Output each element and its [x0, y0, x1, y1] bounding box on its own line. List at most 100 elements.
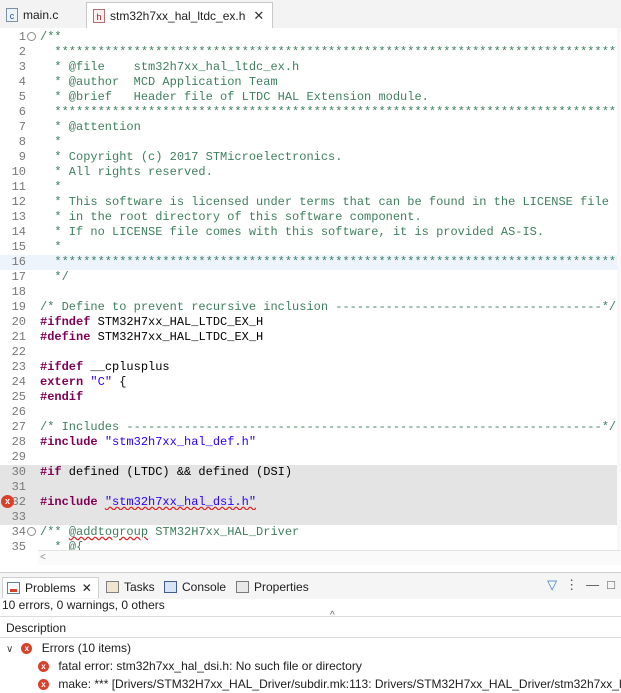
- code-line[interactable]: 12 * This software is licensed under ter…: [0, 195, 621, 210]
- group-label: Errors (10 items): [41, 641, 132, 655]
- error-marker-icon[interactable]: x: [1, 495, 14, 508]
- code-token: "C": [90, 375, 113, 389]
- error-message: fatal error: stm32h7xx_hal_dsi.h: No suc…: [58, 659, 362, 673]
- code-line[interactable]: 20 #ifndef STM32H7xx_HAL_LTDC_EX_H: [0, 315, 621, 330]
- code-text: * All rights reserved.: [40, 165, 212, 180]
- code-token: /* Includes ----------------------------…: [40, 420, 617, 434]
- code-line[interactable]: 5 * @brief Header file of LTDC HAL Exten…: [0, 90, 621, 105]
- line-number: 8: [18, 135, 26, 149]
- code-line[interactable]: 27 /* Includes --------------------------…: [0, 420, 621, 435]
- errors-group-row[interactable]: ∨ x Errors (10 items): [0, 639, 621, 657]
- code-line[interactable]: 30 #if defined (LTDC) && defined (DSI): [0, 465, 621, 480]
- code-line[interactable]: 6 **************************************…: [0, 105, 621, 120]
- code-line[interactable]: 2 **************************************…: [0, 45, 621, 60]
- line-number: 1: [18, 30, 26, 44]
- code-text: * This software is licensed under terms …: [40, 195, 609, 210]
- fold-toggle-icon[interactable]: [27, 32, 36, 41]
- horizontal-scrollbar[interactable]: <: [38, 550, 621, 565]
- code-text: /* Includes ----------------------------…: [40, 420, 616, 435]
- code-text: #endif: [40, 390, 83, 405]
- c-file-icon: c: [6, 8, 18, 22]
- code-token: defined (LTDC) && defined (DSI): [61, 465, 293, 479]
- code-text: /** @addtogroup STM32H7xx_HAL_Driver: [40, 525, 299, 540]
- code-line[interactable]: 11 *: [0, 180, 621, 195]
- line-number: 19: [11, 300, 26, 314]
- code-line[interactable]: 9 * Copyright (c) 2017 STMicroelectronic…: [0, 150, 621, 165]
- code-line[interactable]: 14 * If no LICENSE file comes with this …: [0, 225, 621, 240]
- tab-label: Console: [182, 580, 227, 594]
- tab-problems[interactable]: Problems ✕: [2, 577, 99, 598]
- code-token: extern: [40, 375, 84, 389]
- code-line[interactable]: 8 *: [0, 135, 621, 150]
- vertical-scrollbar[interactable]: [617, 28, 621, 550]
- line-number: 9: [18, 150, 26, 164]
- list-item[interactable]: x make: *** [Drivers/STM32H7xx_HAL_Drive…: [0, 675, 621, 693]
- code-line[interactable]: 23 #ifdef __cplusplus: [0, 360, 621, 375]
- code-token: #include: [40, 435, 98, 449]
- code-line[interactable]: 10 * All rights reserved.: [0, 165, 621, 180]
- code-line[interactable]: 17 */: [0, 270, 621, 285]
- column-header-description[interactable]: Description: [0, 616, 621, 638]
- line-number: 24: [11, 375, 26, 389]
- code-text: * @brief Header file of LTDC HAL Extensi…: [40, 90, 428, 105]
- code-line[interactable]: 4 * @author MCD Application Team: [0, 75, 621, 90]
- close-icon[interactable]: ✕: [82, 581, 92, 595]
- code-line[interactable]: 26: [0, 405, 621, 420]
- code-editor[interactable]: 1/** 2 **********************************…: [0, 28, 621, 554]
- line-number: 6: [18, 105, 26, 119]
- tab-tasks[interactable]: Tasks: [106, 577, 155, 597]
- code-line[interactable]: 13 * in the root directory of this softw…: [0, 210, 621, 225]
- code-line[interactable]: 22: [0, 345, 621, 360]
- code-text: ****************************************…: [40, 255, 616, 270]
- code-line[interactable]: 1 /**: [0, 30, 621, 45]
- code-line[interactable]: 16 *************************************…: [0, 255, 621, 270]
- line-number: 16: [11, 255, 26, 269]
- line-number: 29: [11, 450, 26, 464]
- code-line[interactable]: 18: [0, 285, 621, 300]
- code-token: *: [40, 240, 62, 254]
- filter-icon[interactable]: ▽: [547, 577, 557, 593]
- chevron-down-icon[interactable]: ∨: [6, 641, 18, 657]
- line-number: 4: [18, 75, 26, 89]
- close-icon[interactable]: ✕: [253, 8, 264, 24]
- tab-console[interactable]: Console: [164, 577, 226, 597]
- code-line[interactable]: 24 extern "C" {: [0, 375, 621, 390]
- fold-toggle-icon[interactable]: [27, 527, 36, 536]
- code-line[interactable]: 28 #include "stm32h7xx_hal_def.h": [0, 435, 621, 450]
- problems-icon: [7, 582, 20, 594]
- code-text: #include "stm32h7xx_hal_def.h": [40, 435, 256, 450]
- code-line[interactable]: 33: [0, 510, 621, 525]
- code-text: extern "C" {: [40, 375, 126, 390]
- tab-main-c[interactable]: c main.c: [6, 2, 58, 28]
- list-item[interactable]: x fatal error: stm32h7xx_hal_dsi.h: No s…: [0, 657, 621, 675]
- maximize-icon[interactable]: □: [607, 577, 615, 593]
- code-token: #if: [40, 465, 62, 479]
- code-line[interactable]: 21 #define STM32H7xx_HAL_LTDC_EX_H: [0, 330, 621, 345]
- scroll-left-icon[interactable]: <: [40, 551, 46, 565]
- line-number: 34: [11, 525, 26, 539]
- view-menu-icon[interactable]: ⋮: [565, 577, 578, 593]
- code-line[interactable]: 29: [0, 450, 621, 465]
- code-line[interactable]: 31: [0, 480, 621, 495]
- code-text: /* Define to prevent recursive inclusion…: [40, 300, 616, 315]
- code-line[interactable]: 7 * @attention: [0, 120, 621, 135]
- code-token: *: [40, 135, 62, 149]
- line-number: 10: [11, 165, 26, 179]
- line-number: 23: [11, 360, 26, 374]
- code-line[interactable]: 32 x #include "stm32h7xx_hal_dsi.h": [0, 495, 621, 510]
- code-line[interactable]: 25 #endif: [0, 390, 621, 405]
- code-line[interactable]: 34 /** @addtogroup STM32H7xx_HAL_Driver: [0, 525, 621, 540]
- tab-stm32h7xx-hal-ltdc-ex-h[interactable]: h stm32h7xx_hal_ltdc_ex.h ✕: [86, 2, 274, 29]
- code-token: *: [40, 180, 62, 194]
- code-text: *: [40, 240, 62, 255]
- tab-properties[interactable]: Properties: [236, 577, 309, 597]
- tasks-icon: [106, 581, 119, 593]
- code-text: #define STM32H7xx_HAL_LTDC_EX_H: [40, 330, 263, 345]
- line-number: 15: [11, 240, 26, 254]
- minimize-icon[interactable]: —: [586, 577, 599, 593]
- code-line[interactable]: 15 *: [0, 240, 621, 255]
- code-line[interactable]: 3 * @file stm32h7xx_hal_ltdc_ex.h: [0, 60, 621, 75]
- code-text: * in the root directory of this software…: [40, 210, 421, 225]
- code-token: /* Define to prevent recursive inclusion…: [40, 300, 617, 314]
- code-line[interactable]: 19 /* Define to prevent recursive inclusi…: [0, 300, 621, 315]
